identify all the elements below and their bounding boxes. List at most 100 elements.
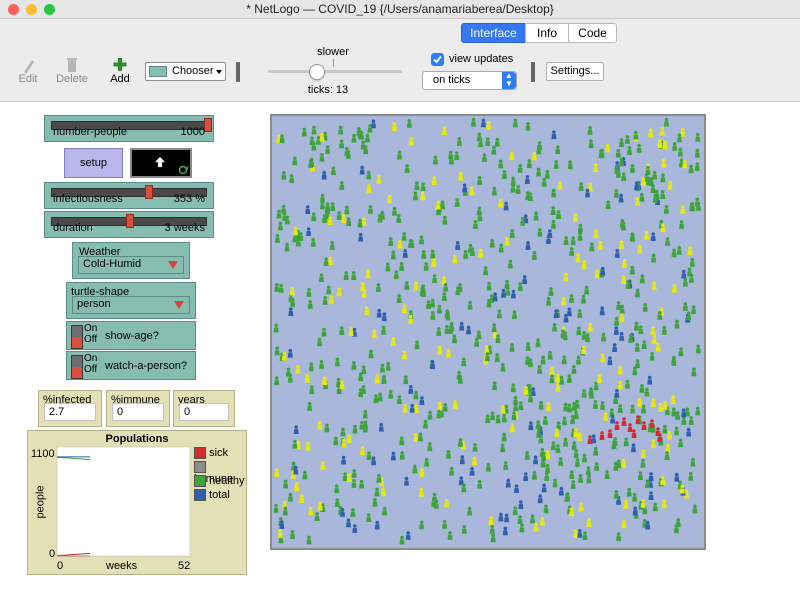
person-turtle (401, 232, 407, 241)
person-turtle (682, 302, 688, 311)
person-turtle (360, 385, 366, 394)
person-turtle (678, 347, 684, 357)
person-turtle (342, 472, 348, 482)
person-turtle (649, 351, 655, 361)
legend-swatch (194, 489, 206, 502)
person-turtle (621, 417, 627, 426)
person-turtle (351, 133, 357, 143)
person-turtle (676, 245, 682, 255)
number-people-slider[interactable]: number-people 1000 (44, 115, 214, 142)
slider-knob[interactable] (204, 118, 212, 132)
switch-knob (72, 337, 82, 348)
tab-info[interactable]: Info (525, 23, 569, 43)
y-axis-label: people (34, 485, 47, 519)
pencil-icon (24, 60, 34, 74)
person-turtle (539, 516, 545, 526)
person-turtle (472, 442, 478, 452)
person-turtle (643, 230, 649, 240)
person-turtle (311, 212, 317, 222)
slider-knob[interactable] (126, 214, 134, 228)
world-view[interactable] (270, 114, 706, 550)
delete-button[interactable]: Delete (52, 55, 92, 85)
person-turtle (309, 136, 315, 146)
turtle-shape-chooser[interactable]: turtle-shape person (66, 282, 196, 319)
person-turtle (340, 214, 346, 224)
person-turtle (614, 389, 620, 398)
duration-slider[interactable]: duration 3 weeks (44, 211, 214, 238)
person-turtle (491, 145, 497, 155)
person-turtle (531, 151, 537, 161)
person-turtle (533, 211, 539, 221)
person-turtle (525, 356, 531, 366)
tab-interface[interactable]: Interface (461, 23, 526, 43)
person-turtle (555, 145, 561, 155)
person-turtle (306, 227, 312, 237)
settings-button[interactable]: Settings... (546, 62, 604, 81)
person-turtle (639, 274, 645, 284)
speed-slider-knob[interactable] (309, 64, 325, 80)
x-tick-max: 52 (178, 560, 191, 572)
add-label: Add (110, 73, 130, 85)
person-turtle (640, 449, 646, 459)
person-turtle (469, 466, 475, 476)
person-turtle (445, 449, 451, 459)
person-turtle (574, 458, 580, 467)
slider-knob[interactable] (145, 185, 153, 199)
person-turtle (661, 499, 667, 509)
view-updates-checkbox[interactable] (431, 53, 444, 66)
person-turtle (586, 518, 592, 528)
widget-type-dropdown[interactable]: Chooser (145, 62, 226, 81)
person-turtle (351, 469, 357, 478)
person-turtle (501, 432, 507, 442)
speed-slider-track[interactable] (268, 70, 402, 73)
tab-code[interactable]: Code (568, 23, 617, 43)
person-turtle (463, 249, 469, 259)
plot-title: Populations (105, 433, 169, 445)
person-turtle (513, 395, 519, 405)
update-mode-select[interactable]: on ticks ▲ ▼ (422, 71, 517, 90)
chooser-value-box[interactable]: person (72, 296, 190, 314)
setup-button[interactable]: setup (64, 148, 123, 178)
legend-item: healthy (194, 475, 246, 489)
person-turtle (281, 204, 287, 214)
infectiousness-slider[interactable]: infectiousness 353 % (44, 182, 214, 209)
person-turtle (544, 472, 550, 481)
edit-button[interactable]: Edit (8, 55, 48, 85)
switch-toggle[interactable] (71, 325, 83, 349)
person-turtle (274, 282, 280, 292)
person-turtle (648, 128, 654, 138)
person-turtle (638, 325, 644, 335)
person-turtle (501, 170, 507, 179)
person-turtle (477, 176, 483, 185)
person-turtle (599, 306, 605, 316)
go-button[interactable] (130, 148, 192, 178)
switch-toggle[interactable] (71, 355, 83, 379)
weather-chooser[interactable]: Weather Cold-Humid (72, 242, 190, 279)
person-turtle (510, 383, 516, 393)
person-turtle (289, 530, 295, 539)
watch-a-person-switch[interactable]: On Off watch-a-person? (66, 351, 196, 380)
person-turtle (379, 363, 385, 373)
person-turtle (492, 381, 498, 391)
person-turtle (413, 433, 419, 442)
person-turtle (459, 455, 465, 465)
person-turtle (403, 375, 409, 385)
person-turtle (509, 151, 515, 161)
show-age-switch[interactable]: On Off show-age? (66, 321, 196, 350)
chooser-value-box[interactable]: Cold-Humid (78, 256, 184, 274)
person-turtle (584, 285, 590, 295)
legend-label: total (209, 489, 230, 501)
person-turtle (681, 269, 687, 279)
view-updates-label: view updates (449, 53, 514, 65)
person-turtle (630, 404, 636, 414)
person-turtle (578, 474, 584, 483)
person-turtle (413, 390, 419, 400)
person-turtle (617, 365, 623, 375)
person-turtle (660, 476, 666, 485)
person-turtle (524, 175, 530, 184)
person-turtle (339, 326, 345, 335)
person-turtle (399, 436, 405, 446)
person-turtle (359, 165, 365, 175)
add-button[interactable]: Add (100, 55, 140, 85)
person-turtle (472, 220, 478, 229)
